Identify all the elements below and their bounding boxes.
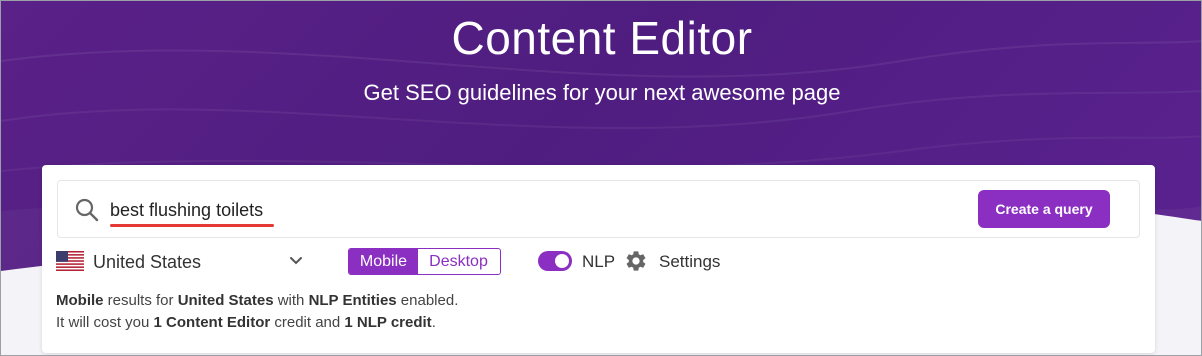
toggle-knob <box>555 254 569 268</box>
summary-text: It will cost you <box>56 314 154 331</box>
app-frame: Content Editor Get SEO guidelines for yo… <box>0 0 1202 356</box>
nlp-toggle[interactable] <box>538 251 572 271</box>
create-query-button[interactable]: Create a query <box>978 190 1110 228</box>
query-options: United States Mobile Desktop NLP Setting… <box>42 245 1155 279</box>
summary-line-1: Mobile results for United States with NL… <box>56 290 458 312</box>
settings-link[interactable]: Settings <box>659 252 720 272</box>
search-box: Create a query <box>57 180 1140 238</box>
device-option-mobile[interactable]: Mobile <box>349 249 418 274</box>
query-summary: Mobile results for United States with NL… <box>56 290 458 334</box>
summary-country: United States <box>177 292 274 309</box>
search-input[interactable] <box>110 195 930 225</box>
summary-text: results for <box>103 292 178 309</box>
summary-text: credit and <box>270 314 345 331</box>
page-title: Content Editor <box>451 12 753 64</box>
summary-credit-content-editor: 1 Content Editor <box>153 314 271 331</box>
summary-line-2: It will cost you 1 Content Editor credit… <box>56 312 458 334</box>
query-underline-annotation <box>110 224 274 227</box>
gear-icon[interactable] <box>624 249 648 273</box>
summary-device: Mobile <box>56 292 104 309</box>
chevron-down-icon[interactable] <box>288 253 304 269</box>
device-toggle: Mobile Desktop <box>348 248 501 275</box>
search-icon <box>75 198 99 222</box>
summary-credit-nlp: 1 NLP credit <box>344 314 432 331</box>
country-select[interactable]: United States <box>93 252 201 273</box>
device-option-desktop[interactable]: Desktop <box>418 249 499 274</box>
summary-entities: NLP Entities <box>308 292 397 309</box>
summary-text: . <box>431 314 436 331</box>
page-subtitle: Get SEO guidelines for your next awesome… <box>363 80 841 105</box>
summary-text: with <box>273 292 309 309</box>
nlp-label: NLP <box>582 252 616 271</box>
query-card: Create a query United States Mobile Desk… <box>42 165 1155 353</box>
us-flag-icon <box>56 251 84 271</box>
summary-text: enabled. <box>396 292 459 309</box>
